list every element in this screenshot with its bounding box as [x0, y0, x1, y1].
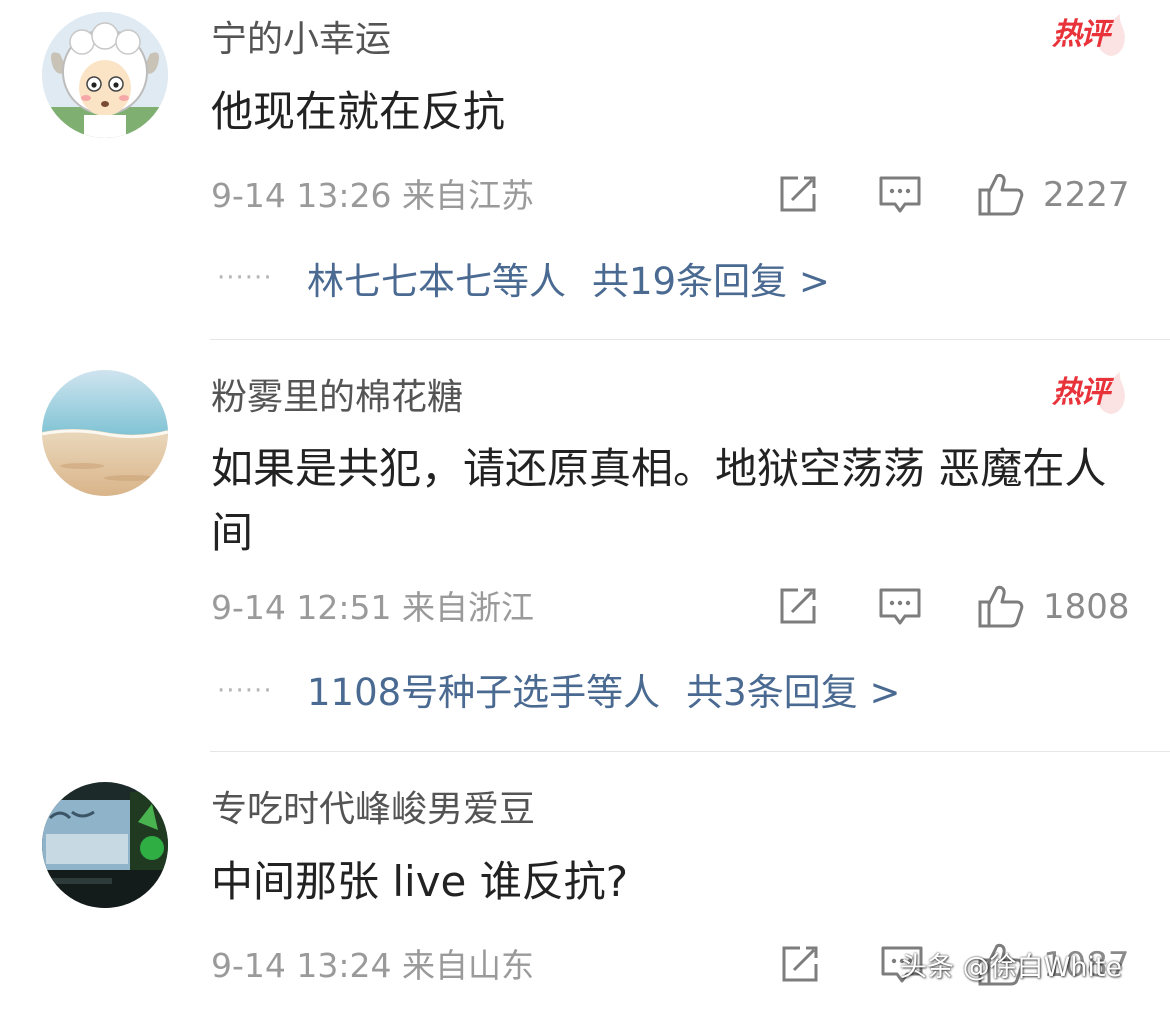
repost-button[interactable]: [778, 942, 822, 990]
hot-comment-badge: 热评: [1050, 12, 1130, 58]
username[interactable]: 粉雾里的棉花糖: [211, 376, 463, 420]
comment-button[interactable]: [878, 586, 922, 634]
comment-meta: 9-14 13:24 来自山东: [211, 946, 534, 985]
user-avatar[interactable]: [42, 370, 168, 496]
comment-text: 如果是共犯，请还原真相。地狱空荡荡 恶魔在人间: [211, 444, 1107, 557]
reply-dots: ······: [217, 676, 273, 706]
hot-comment-label: 热评: [1052, 375, 1110, 410]
username[interactable]: 专吃时代峰峻男爱豆: [211, 788, 535, 832]
reply-users: 林七七本七等人: [307, 260, 566, 303]
username[interactable]: 宁的小幸运: [211, 18, 391, 62]
comment-meta: 9-14 12:51 来自浙江: [211, 588, 534, 627]
edit-square-icon: [780, 176, 816, 212]
sheep-avatar-image: [42, 12, 168, 138]
thumbs-up-icon: [978, 585, 1024, 628]
comment-list: 宁的小幸运 热评 他现在就在反抗 9-14 13:26 来自江苏 2227 ··…: [0, 0, 1170, 1012]
reply-total: 共3条回复 >: [686, 671, 901, 714]
hot-comment-label: 热评: [1052, 17, 1110, 52]
view-replies-link[interactable]: 1108号种子选手等人 共3条回复 >: [307, 671, 900, 715]
comment-text: 他现在就在反抗: [211, 87, 506, 136]
user-avatar[interactable]: [42, 12, 168, 138]
hot-comment-badge: 热评: [1050, 370, 1130, 416]
like-count: 1808: [1043, 587, 1130, 627]
reply-dots: ······: [217, 263, 273, 293]
thumbs-up-icon: [978, 173, 1024, 216]
user-avatar[interactable]: [42, 782, 168, 908]
repost-button[interactable]: [776, 584, 820, 632]
comment-bubble-icon: [879, 588, 921, 625]
edit-square-icon: [780, 588, 816, 624]
comment-button[interactable]: [878, 174, 922, 222]
like-button[interactable]: [977, 582, 1025, 630]
watermark: 头条 @徐白White: [900, 952, 1123, 983]
view-replies-link[interactable]: 林七七本七等人 共19条回复 >: [307, 260, 830, 304]
comment-meta: 9-14 13:26 来自江苏: [211, 176, 534, 215]
like-button[interactable]: [977, 170, 1025, 218]
stage-photo-avatar-image: [42, 782, 168, 908]
beach-avatar-image: [42, 370, 168, 496]
reply-users: 1108号种子选手等人: [307, 671, 661, 714]
like-count: 2227: [1043, 175, 1130, 215]
comment-bubble-icon: [879, 176, 921, 213]
edit-square-icon: [782, 946, 818, 982]
comment-divider: [210, 339, 1170, 340]
repost-button[interactable]: [776, 172, 820, 220]
comment-text: 中间那张 live 谁反抗?: [211, 857, 629, 906]
reply-total: 共19条回复 >: [592, 260, 830, 303]
comment-divider: [210, 751, 1170, 752]
